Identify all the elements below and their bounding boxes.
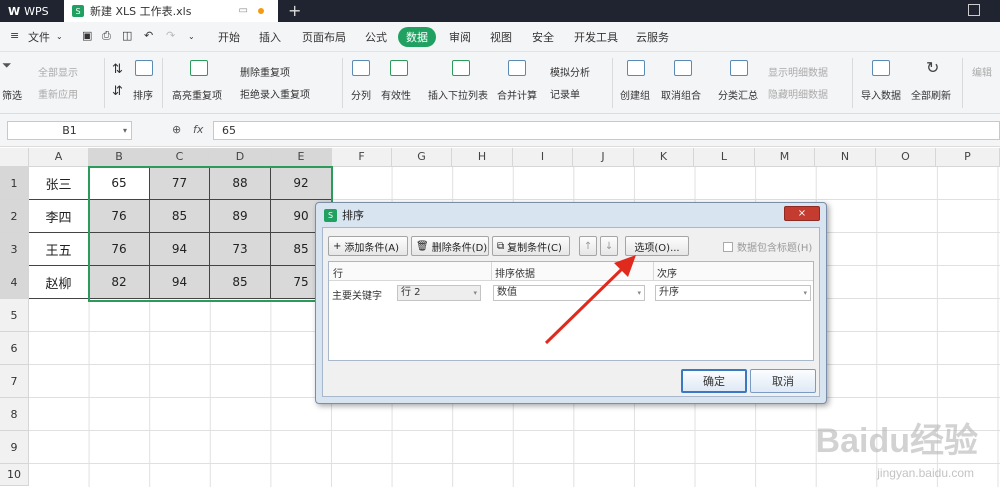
baidu-watermark-url: jingyan.baidu.com: [877, 466, 974, 480]
arrow-shaft: [544, 264, 627, 345]
baidu-watermark: Baidu经验: [815, 422, 978, 460]
